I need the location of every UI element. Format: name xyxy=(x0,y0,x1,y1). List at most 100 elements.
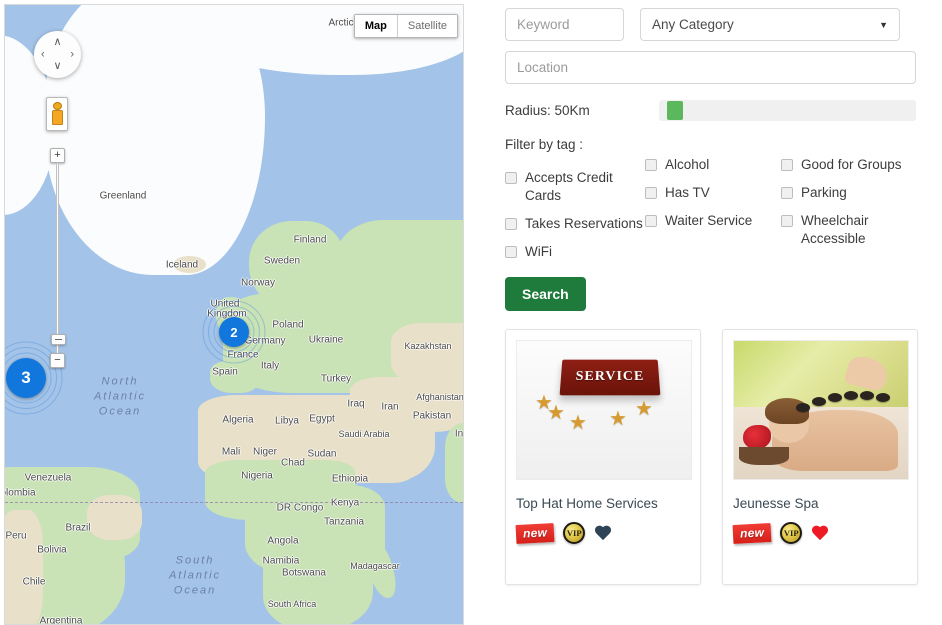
spa-hot-stone xyxy=(844,391,858,400)
map-type-map-button[interactable]: Map xyxy=(354,15,397,37)
result-card-badges: new VIP xyxy=(515,522,690,544)
landmass-central-asia xyxy=(391,323,463,385)
tag-filter-label: Has TV xyxy=(665,185,710,200)
service-sign-text: SERVICE xyxy=(575,369,645,385)
tag-filter-item[interactable]: Accepts Credit Cards xyxy=(505,169,645,205)
tag-filter-grid: Accepts Credit Cards Takes Reservations Wi… xyxy=(505,156,942,271)
category-select[interactable]: Any Category ▼ xyxy=(640,8,900,41)
radius-label: Radius: 50Km xyxy=(505,103,590,118)
spa-hot-stone xyxy=(828,393,842,402)
pegman-head xyxy=(52,102,62,110)
pan-left-icon[interactable]: ‹ xyxy=(41,49,45,60)
tag-filter-item[interactable]: Good for Groups xyxy=(781,156,921,174)
gold-star-icon: ★ xyxy=(569,412,587,434)
tag-filter-column: Good for Groups Parking Wheelchair Accessi… xyxy=(781,156,921,271)
result-card-thumbnail[interactable] xyxy=(733,340,909,480)
gold-star-icon: ★ xyxy=(609,408,627,430)
new-badge: new xyxy=(732,522,772,544)
tag-filter-checkbox[interactable] xyxy=(505,172,517,184)
tag-filter-label: Accepts Credit Cards xyxy=(525,170,613,203)
cluster-count[interactable]: 3 xyxy=(6,358,46,398)
tag-filter-label: WiFi xyxy=(525,244,552,259)
tag-filter-checkbox[interactable] xyxy=(505,218,517,230)
page-root: Arctic Greenland Iceland Finland Sweden Norwa… xyxy=(0,0,942,625)
tag-filter-item[interactable]: Waiter Service xyxy=(645,212,781,230)
tag-filter-item[interactable]: WiFi xyxy=(505,243,645,261)
result-card-thumbnail[interactable]: SERVICE ★ ★ ★ ★ ★ xyxy=(516,340,692,480)
map-cluster-marker[interactable]: 3 xyxy=(5,341,63,415)
location-input[interactable]: Location xyxy=(505,51,916,84)
tag-filter-checkbox[interactable] xyxy=(645,159,657,171)
tag-filter-item[interactable]: Takes Reservations xyxy=(505,215,645,233)
tag-filter-label: Wheelchair Accessible xyxy=(801,213,869,246)
gold-star-icon: ★ xyxy=(635,398,653,420)
map-cluster-marker[interactable]: 2 xyxy=(202,300,266,364)
tag-filter-item[interactable]: Parking xyxy=(781,184,921,202)
tag-filter-checkbox[interactable] xyxy=(645,215,657,227)
keyword-placeholder: Keyword xyxy=(517,17,570,32)
tag-filter-label: Parking xyxy=(801,185,847,200)
cluster-count[interactable]: 2 xyxy=(219,317,249,347)
landmass-india xyxy=(445,423,463,503)
tag-filter-checkbox[interactable] xyxy=(781,187,793,199)
map-container[interactable]: Arctic Greenland Iceland Finland Sweden Norwa… xyxy=(4,4,464,625)
tag-filter-item[interactable]: Has TV xyxy=(645,184,781,202)
result-card[interactable]: SERVICE ★ ★ ★ ★ ★ Top Hat Home Services new VIP xyxy=(505,329,701,585)
tag-filter-label: Waiter Service xyxy=(665,213,753,228)
zoom-slider-rail[interactable] xyxy=(51,164,66,354)
vip-badge-icon: VIP xyxy=(563,522,586,544)
result-card-list: SERVICE ★ ★ ★ ★ ★ Top Hat Home Services new VIP J… xyxy=(505,329,942,585)
tag-filter-column: Accepts Credit Cards Takes Reservations Wi… xyxy=(505,169,645,271)
spa-hot-stone xyxy=(876,393,890,402)
result-card-title[interactable]: Top Hat Home Services xyxy=(516,496,690,511)
search-panel: Keyword Any Category ▼ Location Radius: … xyxy=(505,0,942,625)
gold-star-icon: ★ xyxy=(547,402,565,424)
tag-filter-checkbox[interactable] xyxy=(645,187,657,199)
radius-slider[interactable] xyxy=(659,100,916,121)
search-button[interactable]: Search xyxy=(505,277,586,311)
vip-badge-icon: VIP xyxy=(780,522,803,544)
street-view-pegman-icon[interactable] xyxy=(46,97,68,131)
landmass-middle-east xyxy=(350,377,463,432)
map-canvas[interactable]: Arctic Greenland Iceland Finland Sweden Norwa… xyxy=(5,5,463,624)
zoom-in-button[interactable]: + xyxy=(50,148,65,163)
zoom-slider-handle[interactable] xyxy=(51,334,66,345)
keyword-input[interactable]: Keyword xyxy=(505,8,624,41)
favorite-heart-icon[interactable] xyxy=(594,525,612,542)
result-card[interactable]: Jeunesse Spa new VIP xyxy=(722,329,918,585)
tag-filter-item[interactable]: Alcohol xyxy=(645,156,781,174)
tag-filter-checkbox[interactable] xyxy=(505,246,517,258)
result-card-title[interactable]: Jeunesse Spa xyxy=(733,496,907,511)
tag-filter-checkbox[interactable] xyxy=(781,159,793,171)
pan-down-icon[interactable]: ∨ xyxy=(53,61,61,72)
new-badge: new xyxy=(515,522,555,544)
spa-hot-stone xyxy=(860,391,874,400)
tag-filter-label: Takes Reservations xyxy=(525,216,643,231)
service-sign-image: SERVICE ★ ★ ★ ★ ★ xyxy=(517,341,691,479)
map-type-satellite-button[interactable]: Satellite xyxy=(396,15,457,37)
favorite-heart-icon[interactable] xyxy=(811,525,829,542)
tag-filter-label: Good for Groups xyxy=(801,157,902,172)
landmass-iberia xyxy=(210,361,258,393)
map-type-control[interactable]: Map Satellite xyxy=(353,14,458,38)
spa-hot-stone xyxy=(812,397,826,406)
location-placeholder: Location xyxy=(517,60,569,75)
radius-row: Radius: 50Km xyxy=(505,100,942,121)
spa-hot-stone xyxy=(796,403,810,412)
map-pan-control[interactable]: ∧ ∨ ‹ › xyxy=(34,31,81,78)
landmass-southern-africa xyxy=(263,545,373,624)
spa-massage-image xyxy=(734,341,908,479)
category-selected-value: Any Category xyxy=(652,17,734,32)
map-zoom-control[interactable]: + − xyxy=(50,148,66,368)
landmass-andes xyxy=(5,510,43,624)
pan-right-icon[interactable]: › xyxy=(70,49,74,60)
tag-filter-item[interactable]: Wheelchair Accessible xyxy=(781,212,921,248)
equator-line xyxy=(5,502,463,503)
spa-flower xyxy=(742,424,771,449)
zoom-out-button[interactable]: − xyxy=(50,353,65,368)
pan-up-icon[interactable]: ∧ xyxy=(53,37,61,48)
radius-slider-handle[interactable] xyxy=(667,101,683,120)
tag-filter-checkbox[interactable] xyxy=(781,215,793,227)
landmass-iceland xyxy=(173,256,206,273)
search-row-primary: Keyword Any Category ▼ xyxy=(505,0,942,41)
